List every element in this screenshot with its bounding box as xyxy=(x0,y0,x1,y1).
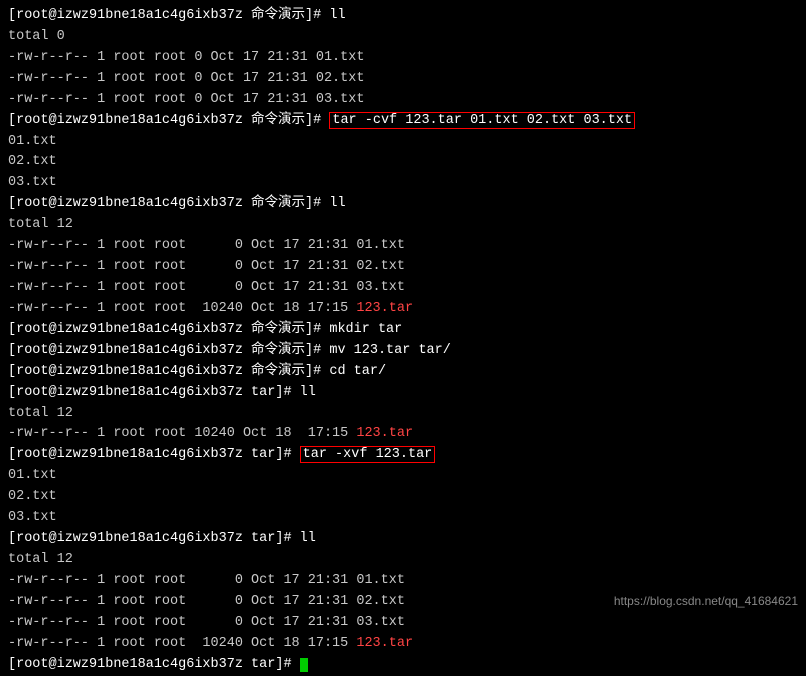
terminal-line: 01.txt xyxy=(8,132,798,153)
terminal-line: -rw-r--r-- 1 root root 0 Oct 17 21:31 02… xyxy=(8,69,798,90)
terminal-line: 02.txt xyxy=(8,152,798,173)
terminal-line: -rw-r--r-- 1 root root 0 Oct 17 21:31 03… xyxy=(8,278,798,299)
terminal-line: -rw-r--r-- 1 root root 0 Oct 17 21:31 01… xyxy=(8,236,798,257)
terminal-line: [root@izwz91bne18a1c4g6ixb37z 命令演示]# cd … xyxy=(8,362,798,383)
terminal-line: -rw-r--r-- 1 root root 0 Oct 17 21:31 02… xyxy=(8,257,798,278)
terminal-line: total 12 xyxy=(8,215,798,236)
terminal-line: [root@izwz91bne18a1c4g6ixb37z tar]# ll xyxy=(8,529,798,550)
terminal-line: [root@izwz91bne18a1c4g6ixb37z tar]# tar … xyxy=(8,445,798,466)
terminal-line: [root@izwz91bne18a1c4g6ixb37z tar]# ll xyxy=(8,383,798,404)
terminal-line: 03.txt xyxy=(8,508,798,529)
terminal-line: [root@izwz91bne18a1c4g6ixb37z 命令演示]# ll xyxy=(8,6,798,27)
terminal-line: -rw-r--r-- 1 root root 0 Oct 17 21:31 01… xyxy=(8,571,798,592)
terminal-line: 02.txt xyxy=(8,487,798,508)
terminal-line: [root@izwz91bne18a1c4g6ixb37z 命令演示]# ll xyxy=(8,194,798,215)
terminal-line: [root@izwz91bne18a1c4g6ixb37z 命令演示]# mkd… xyxy=(8,320,798,341)
watermark: https://blog.csdn.net/qq_41684621 xyxy=(614,594,798,608)
terminal-line: total 12 xyxy=(8,550,798,571)
terminal-line: [root@izwz91bne18a1c4g6ixb37z tar]# xyxy=(8,655,798,676)
terminal-line: 01.txt xyxy=(8,466,798,487)
terminal-line: total 12 xyxy=(8,404,798,425)
terminal-line: -rw-r--r-- 1 root root 0 Oct 17 21:31 01… xyxy=(8,48,798,69)
terminal-line: -rw-r--r-- 1 root root 10240 Oct 18 17:1… xyxy=(8,424,798,445)
terminal-line: total 0 xyxy=(8,27,798,48)
terminal-line: 03.txt xyxy=(8,173,798,194)
terminal-line: -rw-r--r-- 1 root root 10240 Oct 18 17:1… xyxy=(8,634,798,655)
terminal-cursor xyxy=(300,658,308,672)
terminal-line: -rw-r--r-- 1 root root 0 Oct 17 21:31 03… xyxy=(8,90,798,111)
terminal-line: [root@izwz91bne18a1c4g6ixb37z 命令演示]# tar… xyxy=(8,111,798,132)
terminal-line: -rw-r--r-- 1 root root 10240 Oct 18 17:1… xyxy=(8,299,798,320)
terminal: [root@izwz91bne18a1c4g6ixb37z 命令演示]# llt… xyxy=(0,0,806,616)
terminal-line: [root@izwz91bne18a1c4g6ixb37z 命令演示]# mv … xyxy=(8,341,798,362)
